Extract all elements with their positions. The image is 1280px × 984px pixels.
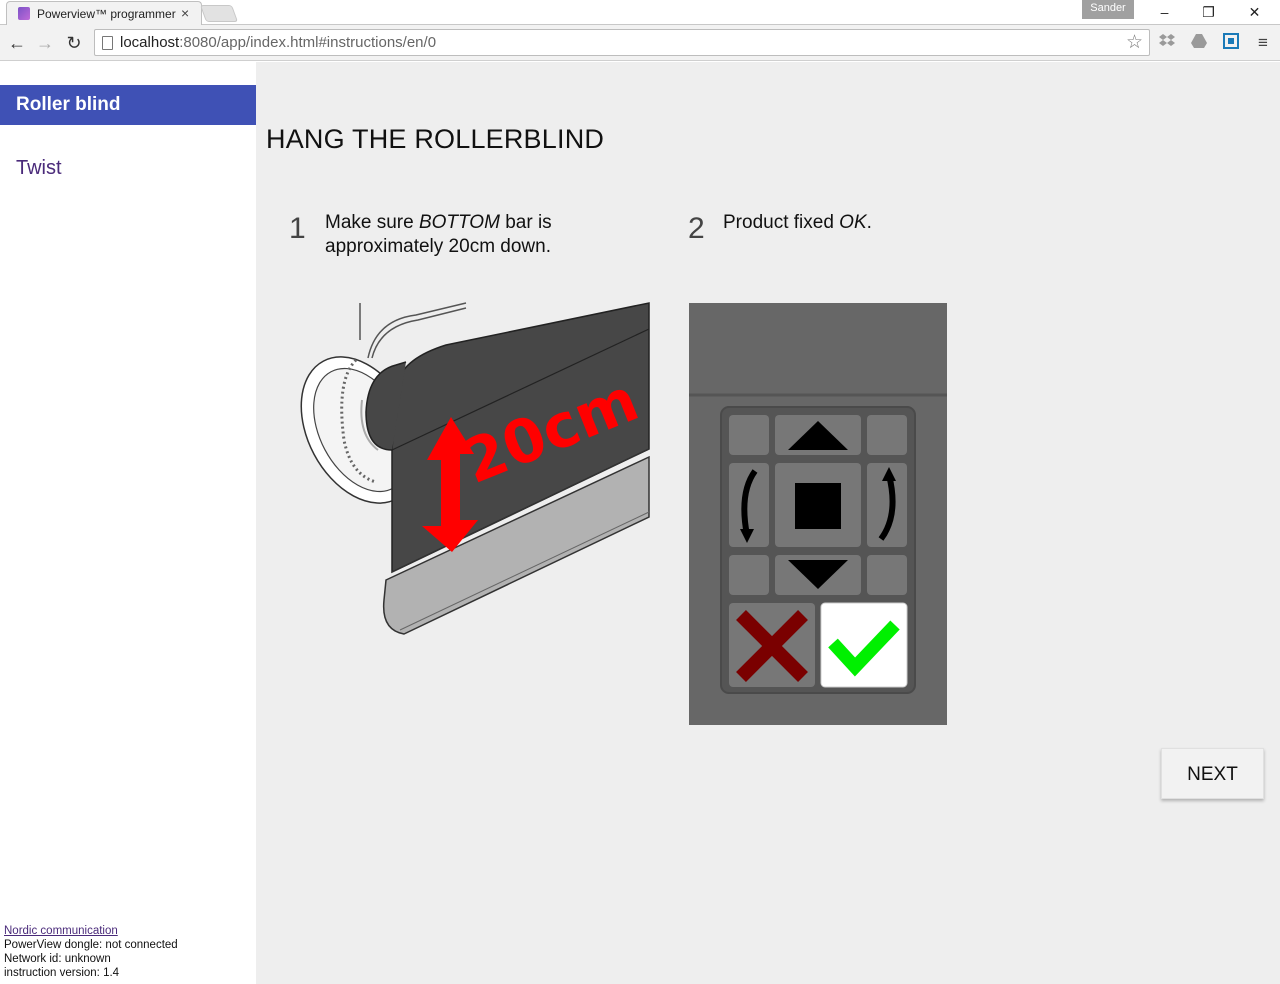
restore-button[interactable]: ❐ bbox=[1186, 0, 1231, 24]
stop-square-icon bbox=[795, 483, 841, 529]
box-icon[interactable] bbox=[1221, 33, 1241, 53]
tab-close-icon[interactable]: × bbox=[181, 5, 189, 21]
profile-badge[interactable]: Sander bbox=[1082, 0, 1134, 19]
remote-blank-key bbox=[729, 415, 769, 455]
forward-button[interactable]: → bbox=[33, 31, 57, 55]
network-id: Network id: unknown bbox=[4, 953, 111, 965]
step-text-2-post: . bbox=[866, 212, 872, 233]
minimize-button[interactable]: – bbox=[1142, 0, 1187, 24]
remote-blank-key bbox=[729, 555, 769, 595]
menu-icon[interactable]: ≡ bbox=[1253, 33, 1273, 53]
step-text-2-em: OK bbox=[839, 212, 867, 233]
step-text-2-pre: Product fixed bbox=[723, 212, 840, 233]
browser-tab-bar: Powerview™ programmer × Sander – ❐ ✕ bbox=[0, 0, 1280, 25]
back-button[interactable]: ← bbox=[5, 31, 29, 55]
page-icon bbox=[102, 36, 113, 50]
new-tab-button[interactable] bbox=[199, 5, 239, 22]
step-number-1: 1 bbox=[289, 212, 306, 245]
remote-blank-key bbox=[867, 415, 907, 455]
bookmark-star-icon[interactable]: ☆ bbox=[1126, 31, 1143, 54]
dropbox-icon[interactable] bbox=[1157, 33, 1177, 53]
url-text[interactable]: localhost:8080/app/index.html#instructio… bbox=[120, 34, 436, 51]
instruction-version: instruction version: 1.4 bbox=[4, 967, 120, 979]
reload-button[interactable]: ↻ bbox=[62, 31, 86, 55]
main-content: HANG THE ROLLERBLIND 1 Make sure BOTTOM … bbox=[256, 62, 1280, 984]
step-text-1-pre: Make sure bbox=[325, 212, 419, 233]
sidebar-item-roller-blind[interactable]: Roller blind bbox=[0, 85, 256, 125]
step-text-1-em: BOTTOM bbox=[418, 212, 500, 233]
page-title: HANG THE ROLLERBLIND bbox=[266, 124, 605, 154]
google-drive-icon[interactable] bbox=[1189, 33, 1209, 53]
roller-blind-illustration: 20cm bbox=[300, 302, 650, 635]
next-button[interactable]: NEXT bbox=[1161, 748, 1264, 799]
app-favicon-icon bbox=[18, 7, 30, 20]
nordic-communication-link[interactable]: Nordic communication bbox=[4, 925, 118, 937]
browser-toolbar: ← → ↻ localhost:8080/app/index.html#inst… bbox=[0, 25, 1280, 61]
step-number-2: 2 bbox=[688, 212, 705, 245]
dongle-status: PowerView dongle: not connected bbox=[4, 939, 178, 951]
browser-tab[interactable]: Powerview™ programmer × bbox=[6, 1, 202, 25]
tab-title: Powerview™ programmer bbox=[37, 7, 176, 21]
address-bar[interactable]: localhost:8080/app/index.html#instructio… bbox=[94, 29, 1150, 56]
sidebar: Roller blind Twist Nordic communication … bbox=[0, 62, 256, 984]
sidebar-footer: Nordic communication PowerView dongle: n… bbox=[4, 924, 178, 980]
remote-blank-key bbox=[867, 555, 907, 595]
step-text-1: Make sure BOTTOM bar is approximately 20… bbox=[325, 211, 615, 259]
step-text-2: Product fixed OK. bbox=[723, 211, 1023, 235]
sidebar-item-twist[interactable]: Twist bbox=[16, 157, 62, 180]
url-path: :8080/app/index.html#instructions/en/0 bbox=[179, 34, 437, 51]
url-host: localhost bbox=[120, 34, 180, 51]
remote-control-illustration bbox=[689, 303, 947, 725]
close-window-button[interactable]: ✕ bbox=[1232, 0, 1277, 24]
